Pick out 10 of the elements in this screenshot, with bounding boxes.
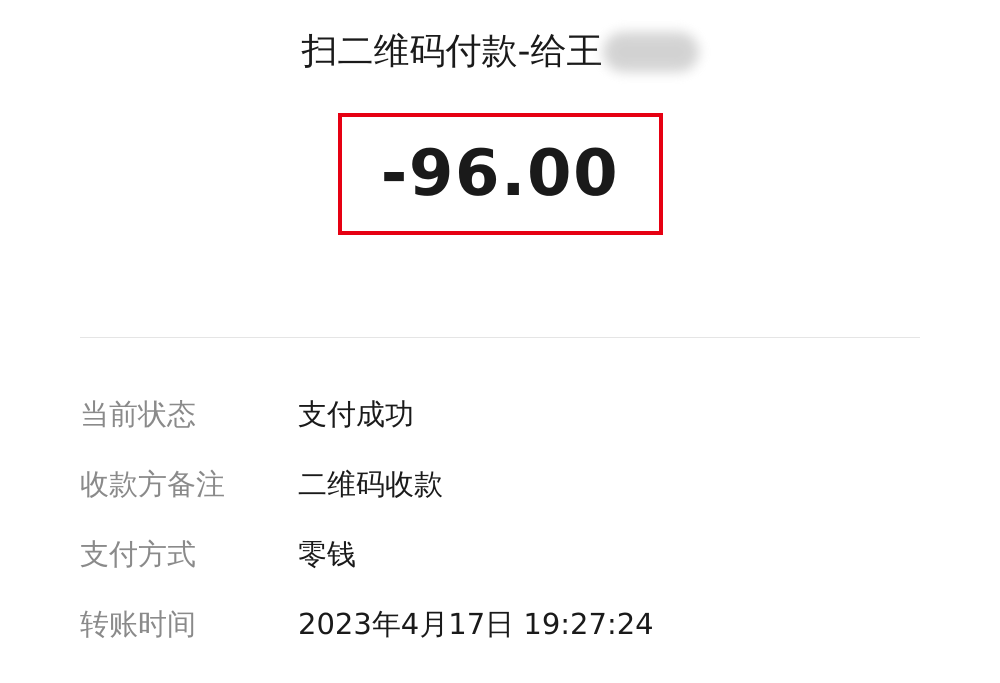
detail-value: 二维码收款 <box>298 466 443 504</box>
detail-label: 转账时间 <box>80 606 197 644</box>
detail-value: 2023年4月17日 19:27:24 <box>298 606 654 644</box>
amount: -96.00 <box>380 136 620 213</box>
payment-title: 扫二维码付款-给王 <box>302 30 602 74</box>
detail-value: 支付成功 <box>298 396 414 434</box>
detail-label: 收款方备注 <box>80 466 226 504</box>
detail-label: 支付方式 <box>80 536 197 574</box>
detail-label: 当前状态 <box>80 396 197 434</box>
detail-value: 零钱 <box>298 536 356 574</box>
